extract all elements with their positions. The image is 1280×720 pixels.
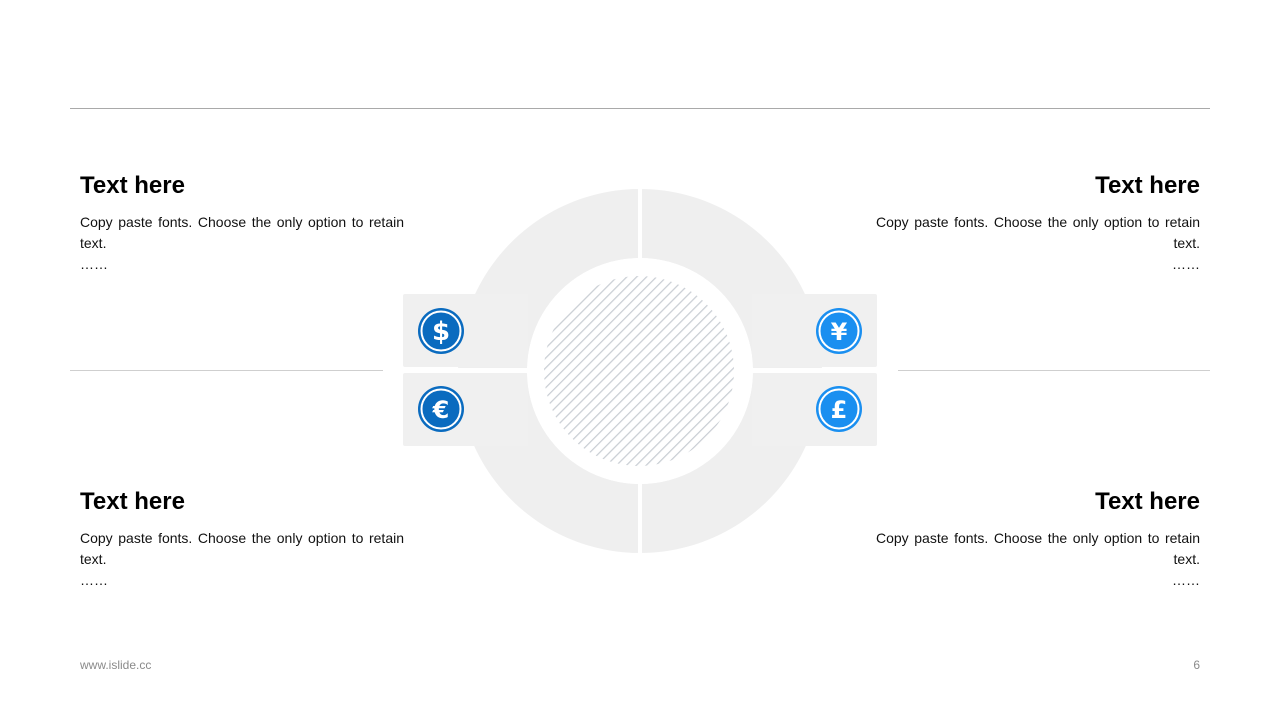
svg-text:€: €	[432, 396, 450, 424]
text-block-top-right: Text here Copy paste fonts. Choose the o…	[876, 170, 1200, 275]
block-body: Copy paste fonts. Choose the only option…	[80, 214, 404, 251]
top-divider	[70, 108, 1210, 109]
text-block-bottom-left: Text here Copy paste fonts. Choose the o…	[80, 486, 404, 591]
block-title: Text here	[1095, 172, 1200, 199]
block-title: Text here	[1095, 488, 1200, 515]
block-body: Copy paste fonts. Choose the only option…	[876, 530, 1200, 567]
euro-icon: €	[417, 385, 465, 433]
block-title: Text here	[80, 488, 185, 515]
block-ellipsis: ……	[80, 256, 108, 272]
text-block-bottom-right: Text here Copy paste fonts. Choose the o…	[876, 486, 1200, 591]
svg-text:£: £	[831, 396, 848, 424]
block-body: Copy paste fonts. Choose the only option…	[876, 214, 1200, 251]
footer-url: www.islide.cc	[80, 658, 152, 672]
center-hatched-circle	[544, 276, 734, 466]
pound-icon: £	[815, 385, 863, 433]
text-block-top-left: Text here Copy paste fonts. Choose the o…	[80, 170, 404, 275]
svg-text:¥: ¥	[831, 318, 848, 346]
page-number: 6	[1193, 658, 1200, 672]
block-title: Text here	[80, 172, 185, 199]
block-ellipsis: ……	[80, 572, 108, 588]
ring-graphic	[403, 189, 877, 554]
yen-icon: ¥	[815, 307, 863, 355]
dollar-icon: $	[417, 307, 465, 355]
middle-divider-right	[898, 370, 1210, 371]
middle-divider-left	[70, 370, 383, 371]
currency-ring-diagram: $ € ¥ £	[400, 186, 880, 556]
svg-text:$: $	[432, 317, 450, 347]
block-body: Copy paste fonts. Choose the only option…	[80, 530, 404, 567]
block-ellipsis: ……	[1172, 256, 1200, 272]
block-ellipsis: ……	[1172, 572, 1200, 588]
